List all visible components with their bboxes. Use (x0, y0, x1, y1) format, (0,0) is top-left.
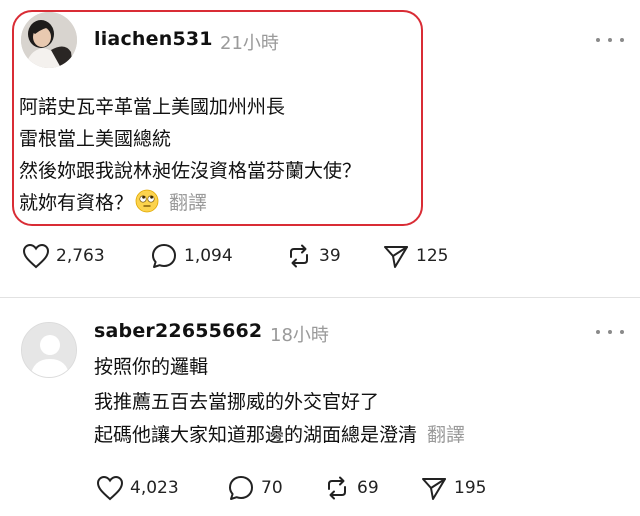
heart-icon (22, 243, 50, 269)
repost-icon (328, 476, 346, 500)
share-button[interactable]: 195 (420, 473, 486, 503)
heart-icon (96, 475, 124, 501)
translate-link[interactable]: 翻譯 (427, 424, 465, 446)
like-count: 2,763 (56, 246, 105, 266)
divider (0, 297, 640, 298)
rolling-eyes-emoji-icon (135, 189, 159, 213)
repost-button[interactable]: 69 (323, 473, 379, 503)
translate-link[interactable]: 翻譯 (169, 192, 207, 214)
repost-icon (290, 244, 308, 268)
more-options-icon[interactable] (596, 325, 624, 339)
repost-count: 39 (319, 246, 341, 266)
comment-icon (152, 244, 176, 268)
avatar[interactable] (21, 322, 77, 378)
reply-count: 70 (261, 478, 283, 498)
post-text-last-line: 起碼他讓大家知道那邊的湖面總是澄清 翻譯 (94, 420, 465, 450)
username[interactable]: saber22655662 (94, 320, 262, 342)
username[interactable]: liachen531 (94, 28, 213, 50)
repost-button[interactable]: 39 (285, 241, 341, 271)
like-count: 4,023 (130, 478, 179, 498)
reply-count: 1,094 (184, 246, 233, 266)
post-text-last-line: 就妳有資格？ 翻譯 (19, 188, 207, 218)
like-button[interactable]: 4,023 (96, 473, 179, 503)
post-text-line: 起碼他讓大家知道那邊的湖面總是澄清 (94, 424, 418, 446)
comment-icon (229, 476, 253, 500)
timestamp[interactable]: 21小時 (220, 29, 279, 55)
reply-button[interactable]: 1,094 (150, 241, 233, 271)
post-text-line: 我推薦五百去當挪威的外交官好了 (94, 391, 380, 413)
share-button[interactable]: 125 (382, 241, 448, 271)
send-icon (384, 246, 408, 268)
share-count: 195 (454, 478, 487, 498)
post-text-line: 就妳有資格？ (19, 192, 134, 214)
post-text-line: 然後妳跟我說林昶佐沒資格當芬蘭大使？ (19, 160, 362, 182)
reply-button[interactable]: 70 (227, 473, 283, 503)
repost-count: 69 (357, 478, 379, 498)
more-options-icon[interactable] (596, 33, 624, 47)
post-text-line: 按照你的邏輯 (94, 356, 209, 378)
post-text-line: 雷根當上美國總統 (19, 128, 172, 150)
send-icon (422, 478, 446, 500)
like-button[interactable]: 2,763 (22, 241, 105, 271)
default-avatar-icon (22, 323, 76, 377)
share-count: 125 (416, 246, 449, 266)
timestamp[interactable]: 18小時 (270, 321, 329, 347)
user-photo-icon (21, 12, 77, 68)
avatar[interactable] (21, 12, 77, 68)
post-text-line: 阿諾史瓦辛革當上美國加州州長 (19, 96, 286, 118)
